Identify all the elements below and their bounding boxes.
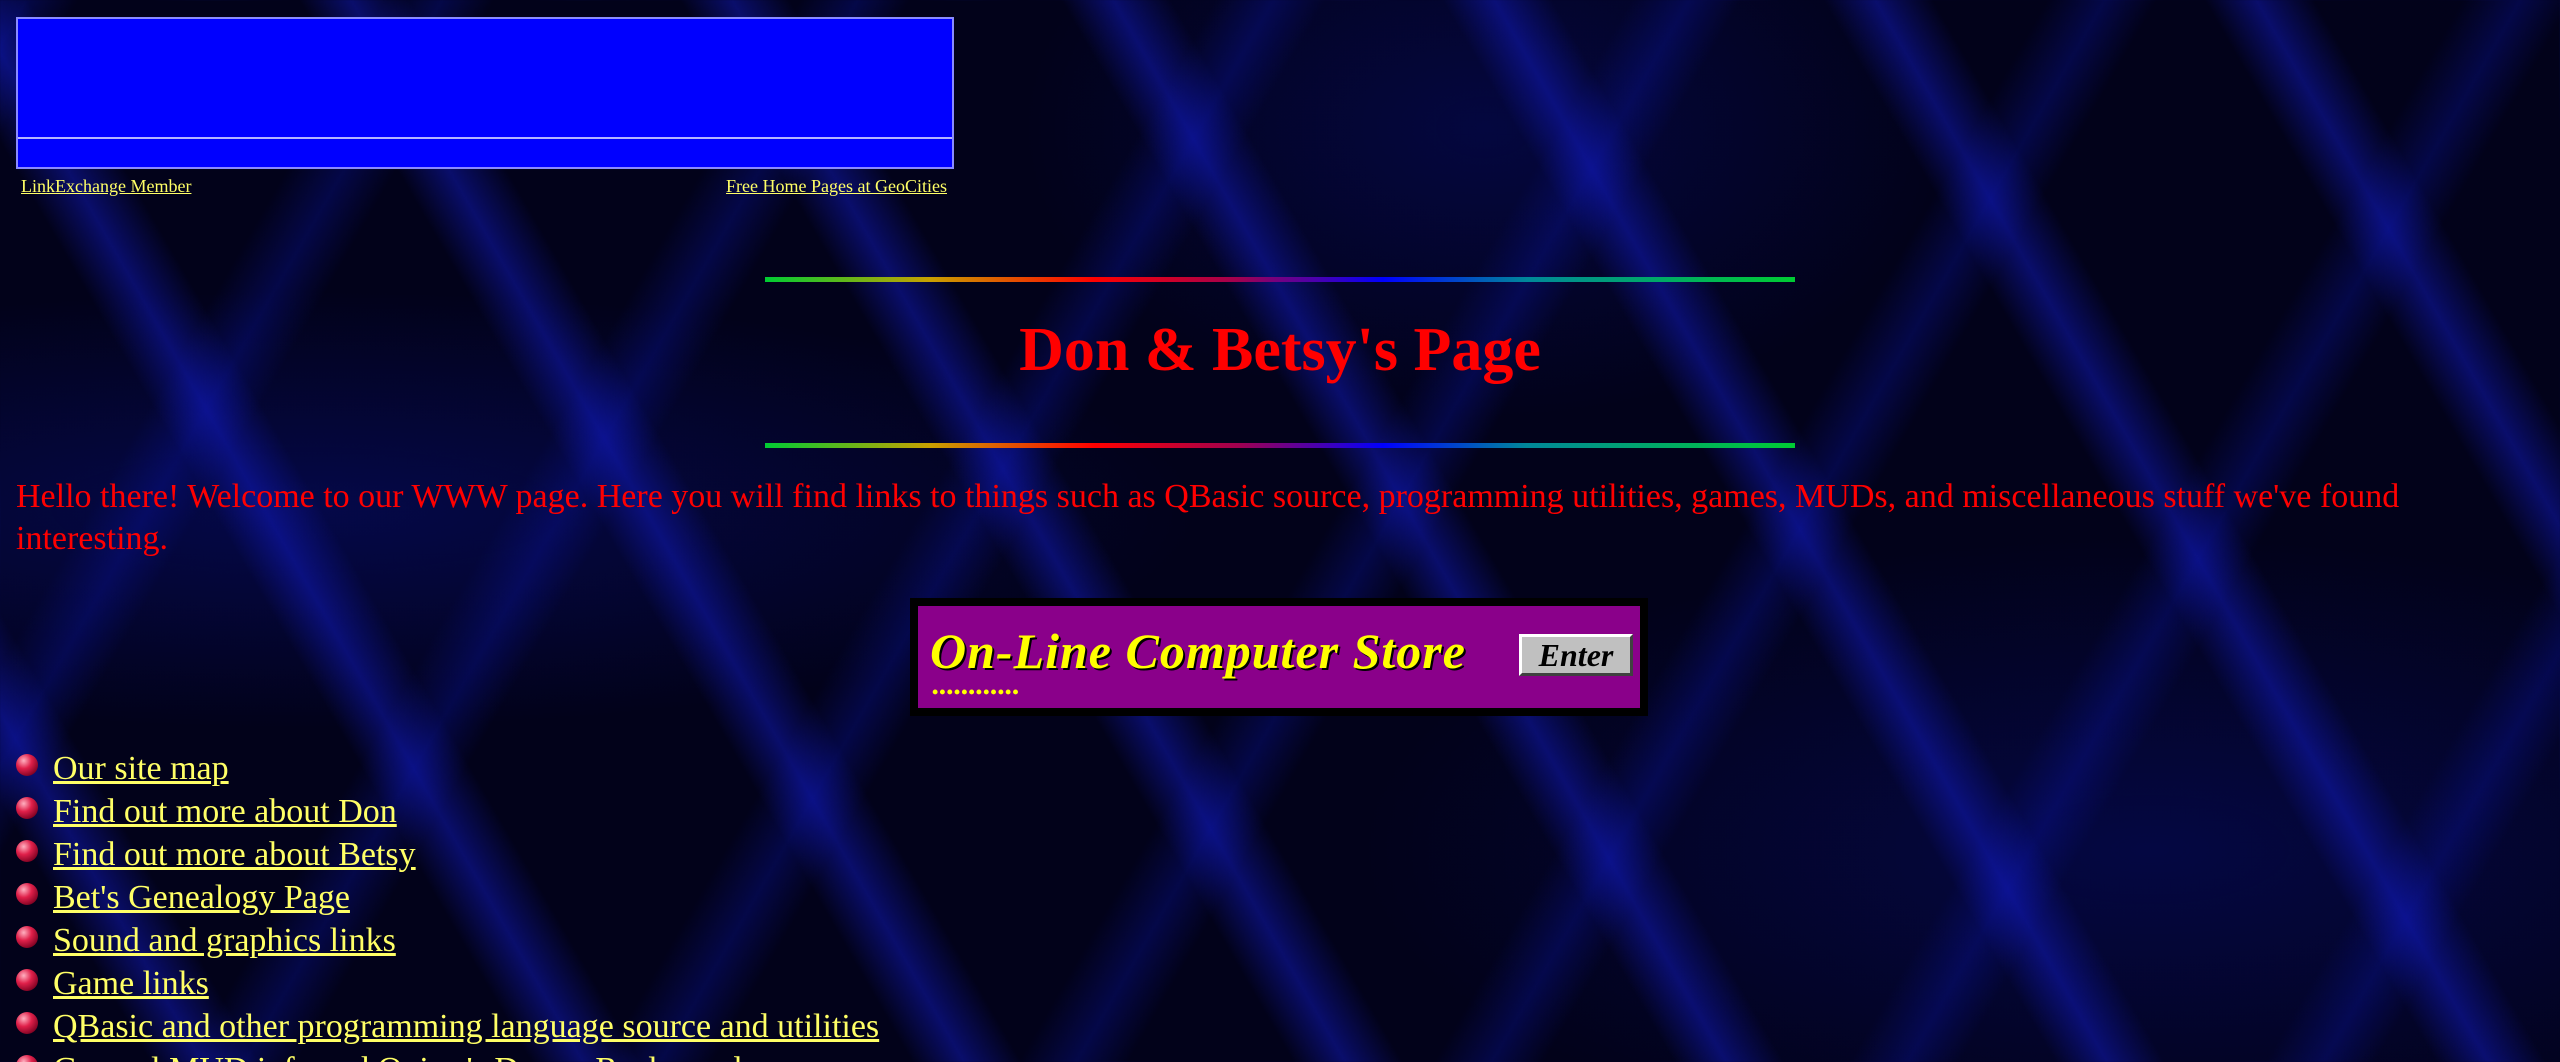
genealogy-link[interactable]: Bet's Genealogy Page: [53, 879, 350, 917]
store-dots: ••••••••••••: [932, 682, 1020, 702]
page-body: { "banner": { "left_link": "LinkExchange…: [0, 0, 2560, 1062]
list-item: QBasic and other programming language so…: [16, 1005, 879, 1048]
store-banner: On-Line Computer Store Enter •••••••••••…: [918, 606, 1640, 708]
ruby-bullet-icon: [16, 796, 38, 819]
banner-divider: [18, 137, 952, 139]
ruby-bullet-icon: [16, 968, 38, 991]
page-title: Don & Betsy's Page: [1019, 316, 1541, 384]
about-betsy-link[interactable]: Find out more about Betsy: [53, 836, 416, 874]
list-item: Find out more about Don: [16, 790, 879, 833]
about-don-link[interactable]: Find out more about Don: [53, 793, 397, 831]
ruby-bullet-icon: [16, 839, 38, 862]
rainbow-divider-bottom: [765, 443, 1795, 448]
geocities-link[interactable]: Free Home Pages at GeoCities: [726, 176, 947, 197]
qbasic-programming-link[interactable]: QBasic and other programming language so…: [53, 1008, 879, 1046]
rainbow-divider-top: [765, 277, 1795, 282]
game-links-link[interactable]: Game links: [53, 965, 209, 1003]
linkexchange-banner[interactable]: [16, 17, 954, 169]
list-item: Bet's Genealogy Page: [16, 876, 879, 919]
store-title: On-Line Computer Store: [930, 623, 1466, 679]
list-item: Sound and graphics links: [16, 919, 879, 962]
list-item: General MUD info and Quirm's Dream Realm…: [16, 1048, 879, 1062]
sound-graphics-link[interactable]: Sound and graphics links: [53, 922, 396, 960]
linkexchange-member-link[interactable]: LinkExchange Member: [21, 176, 191, 197]
site-map-link[interactable]: Our site map: [53, 750, 229, 788]
list-item: Find out more about Betsy: [16, 833, 879, 876]
ruby-bullet-icon: [16, 882, 38, 905]
ruby-bullet-icon: [16, 753, 38, 776]
mud-info-link[interactable]: General MUD info and Quirm's Dream Realm…: [53, 1051, 742, 1062]
welcome-text: Hello there! Welcome to our WWW page. He…: [16, 478, 2400, 557]
ruby-bullet-icon: [16, 1054, 38, 1062]
nav-link-list: Our site map Find out more about Don Fin…: [16, 747, 879, 1062]
online-computer-store-button[interactable]: On-Line Computer Store Enter •••••••••••…: [910, 598, 1648, 716]
list-item: Our site map: [16, 747, 879, 790]
store-enter-button[interactable]: Enter: [1519, 634, 1633, 676]
list-item: Game links: [16, 962, 879, 1005]
ruby-bullet-icon: [16, 925, 38, 948]
banner-links: LinkExchange Member Free Home Pages at G…: [21, 176, 947, 197]
ruby-bullet-icon: [16, 1011, 38, 1034]
